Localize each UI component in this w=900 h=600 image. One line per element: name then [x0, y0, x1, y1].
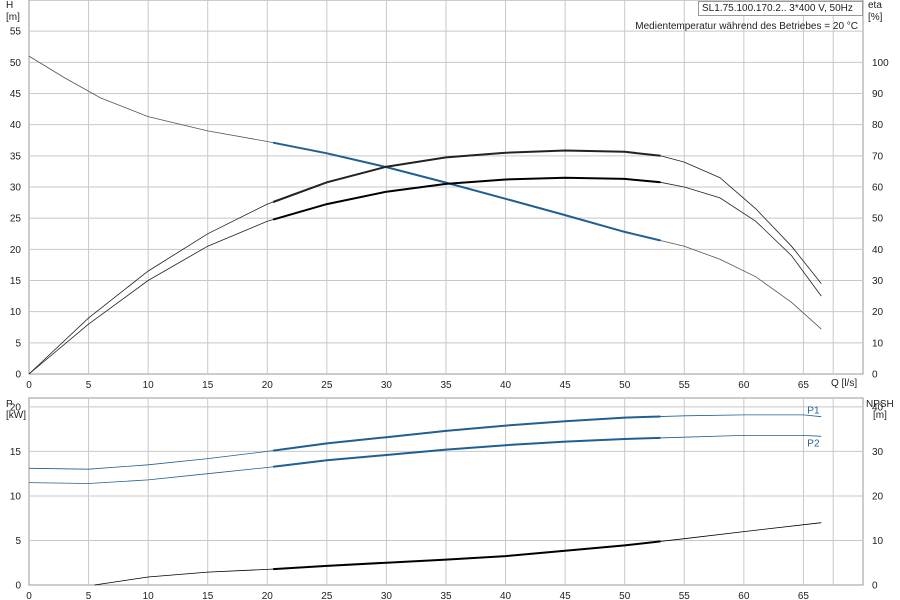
top-x-axis-label: Q [l/s]: [831, 378, 858, 389]
bottom-left-axis-unit: [kW]: [6, 410, 26, 421]
bottom-left-tick-label: 0: [15, 581, 21, 592]
bottom-right-tick-label: 0: [872, 581, 878, 592]
bottom-x-tick-label: 20: [262, 591, 274, 600]
top-right-tick-label: 40: [872, 245, 884, 256]
top-x-tick-label: 0: [26, 380, 32, 391]
bottom-x-tick-label: 45: [560, 591, 572, 600]
chart-title: SL1.75.100.170.2.. 3*400 V, 50Hz: [698, 1, 863, 16]
bottom-right-tick-label: 30: [872, 447, 884, 458]
top-x-tick-label: 50: [619, 380, 631, 391]
top-x-tick-label: 60: [738, 380, 750, 391]
bottom-series-label-p1: P1: [807, 406, 820, 417]
bottom-x-tick-label: 35: [440, 591, 452, 600]
bottom-x-tick-label: 15: [202, 591, 214, 600]
bottom-x-tick-label: 30: [381, 591, 393, 600]
top-right-tick-label: 0: [872, 370, 878, 381]
top-left-tick-label: 10: [10, 307, 22, 318]
top-right-tick-label: 10: [872, 338, 884, 349]
bottom-x-tick-label: 65: [798, 591, 810, 600]
bottom-left-tick-label: 15: [10, 447, 22, 458]
top-left-tick-label: 35: [10, 151, 22, 162]
top-left-tick-label: 45: [10, 89, 22, 100]
bottom-right-tick-label: 10: [872, 536, 884, 547]
bottom-series-label-p2: P2: [807, 438, 820, 449]
bottom-left-tick-label: 10: [10, 491, 22, 502]
bottom-x-tick-label: 40: [500, 591, 512, 600]
top-left-tick-label: 20: [10, 245, 22, 256]
bottom-x-tick-label: 25: [321, 591, 333, 600]
bottom-left-axis-label: P: [6, 399, 13, 410]
top-left-tick-label: 5: [15, 338, 21, 349]
bottom-x-tick-label: 55: [679, 591, 691, 600]
top-left-axis-unit: [m]: [6, 12, 20, 23]
bottom-x-tick-label: 5: [86, 591, 92, 600]
top-right-axis-unit: [%]: [868, 12, 883, 23]
pump-performance-chart: 0 5 10 15 20 25 30 35 40 45 50 55 60 6505101520253035…: [10, 0, 889, 600]
top-right-axis-label: eta: [868, 0, 882, 11]
top-right-tick-label: 20: [872, 307, 884, 318]
top-right-tick-label: 90: [872, 89, 884, 100]
bottom-x-tick-label: 0: [26, 591, 32, 600]
top-right-tick-label: 50: [872, 214, 884, 225]
top-right-tick-label: 70: [872, 151, 884, 162]
top-x-tick-label: 25: [321, 380, 333, 391]
bottom-x-tick-label: 10: [143, 591, 155, 600]
top-x-tick-label: 65: [798, 380, 810, 391]
top-x-tick-label: 40: [500, 380, 512, 391]
top-left-axis-label: H: [6, 0, 14, 11]
chart-subtitle: Medientemperatur während des Betriebes =…: [635, 21, 858, 32]
top-x-tick-label: 10: [143, 380, 155, 391]
top-left-tick-label: 15: [10, 276, 22, 287]
top-left-tick-label: 40: [10, 120, 22, 131]
top-left-tick-label: 30: [10, 183, 22, 194]
bottom-right-axis-label: NPSH: [866, 399, 894, 410]
top-x-tick-label: 30: [381, 380, 393, 391]
bottom-left-tick-label: 5: [15, 536, 21, 547]
top-x-tick-label: 15: [202, 380, 214, 391]
top-x-tick-label: 20: [262, 380, 274, 391]
top-left-tick-label: 0: [15, 370, 21, 381]
top-right-tick-label: 100: [872, 58, 889, 69]
top-left-tick-label: 55: [10, 27, 22, 38]
top-x-tick-label: 35: [440, 380, 452, 391]
bottom-right-axis-unit: [m]: [873, 410, 887, 421]
top-right-tick-label: 30: [872, 276, 884, 287]
top-right-tick-label: 80: [872, 120, 884, 131]
bottom-x-tick-label: 60: [738, 591, 750, 600]
top-x-tick-label: 45: [560, 380, 572, 391]
top-x-tick-label: 5: [86, 380, 92, 391]
bottom-right-tick-label: 20: [872, 491, 884, 502]
top-right-tick-label: 60: [872, 183, 884, 194]
top-left-tick-label: 25: [10, 214, 22, 225]
top-x-tick-label: 55: [679, 380, 691, 391]
top-left-tick-label: 50: [10, 58, 22, 69]
bottom-x-tick-label: 50: [619, 591, 631, 600]
